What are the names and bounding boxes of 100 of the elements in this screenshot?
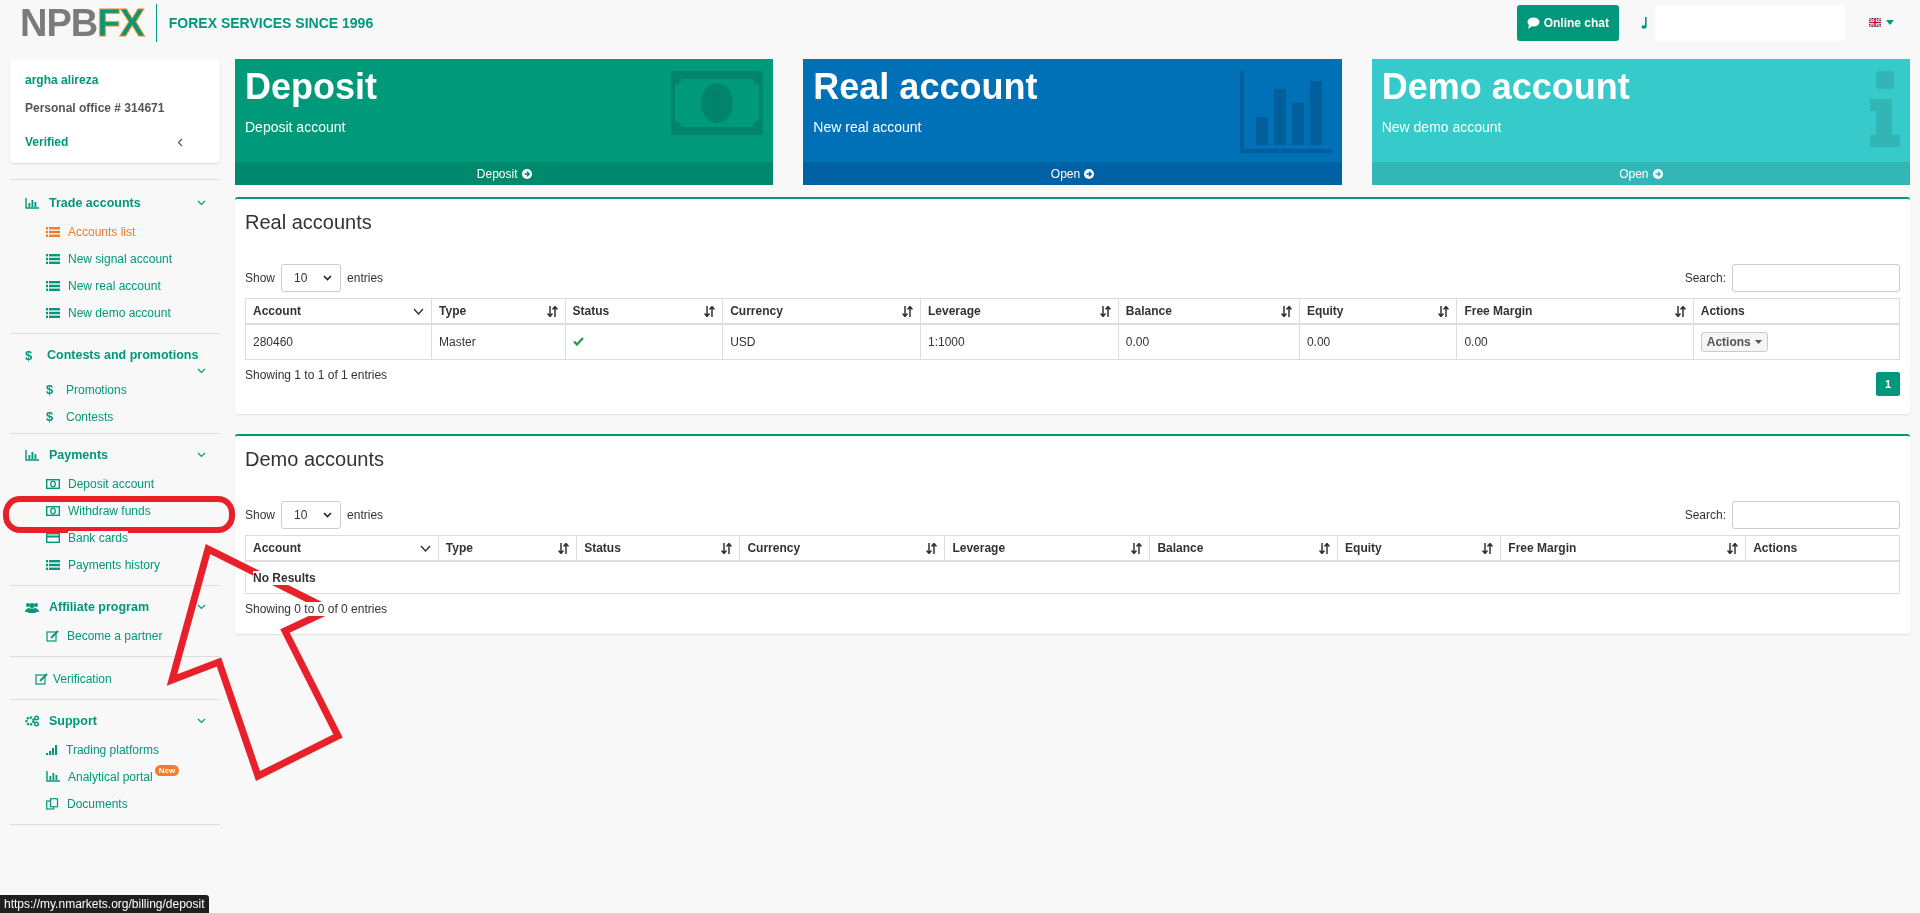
card-link[interactable]: Open bbox=[803, 162, 1342, 185]
sidebar-section-header[interactable]: Affiliate program bbox=[10, 596, 220, 622]
sort-icon bbox=[704, 305, 716, 317]
bar-chart-icon bbox=[25, 197, 39, 209]
user-name: argha alireza bbox=[25, 73, 100, 87]
bar-chart-icon bbox=[1239, 71, 1332, 153]
search-label: Search: bbox=[1684, 271, 1726, 285]
sidebar-item[interactable]: Become a partner bbox=[10, 622, 220, 649]
panel-title: Real accounts bbox=[245, 211, 372, 234]
sidebar-section-header[interactable]: $ Contests and promotions bbox=[10, 344, 220, 376]
entries-label: entries bbox=[347, 271, 384, 285]
flag-icon bbox=[1869, 18, 1881, 27]
column-header[interactable]: Leverage bbox=[920, 298, 1119, 324]
sort-icon bbox=[1482, 542, 1494, 554]
sidebar-item[interactable]: Deposit account bbox=[10, 470, 220, 497]
table-cell: 0.00 bbox=[1306, 335, 1331, 349]
column-header[interactable]: Equity bbox=[1299, 298, 1457, 324]
sidebar-link[interactable]: Verification bbox=[10, 667, 220, 692]
banknote-icon bbox=[46, 505, 60, 516]
search-field[interactable] bbox=[1732, 264, 1900, 292]
column-header[interactable]: Actions bbox=[1745, 535, 1900, 561]
sidebar-item[interactable]: Trading platforms bbox=[10, 736, 220, 763]
sidebar-section-header[interactable]: Support bbox=[10, 710, 220, 736]
column-header[interactable]: Account bbox=[245, 298, 432, 324]
sort-icon bbox=[546, 305, 558, 317]
speech-bubble-icon bbox=[1526, 16, 1540, 29]
caret-icon bbox=[1754, 340, 1762, 344]
column-header[interactable]: Actions bbox=[1693, 298, 1900, 324]
card-link[interactable]: Deposit bbox=[235, 162, 774, 185]
sort-icon bbox=[1674, 305, 1686, 317]
column-header[interactable]: Type bbox=[438, 535, 577, 561]
table-cell: USD bbox=[730, 335, 756, 349]
sidebar-item[interactable]: Documents bbox=[10, 790, 220, 817]
page-button[interactable]: 1 bbox=[1876, 372, 1900, 396]
column-header[interactable]: Free Margin bbox=[1500, 535, 1746, 561]
column-header[interactable]: Equity bbox=[1337, 535, 1501, 561]
column-header[interactable]: Balance bbox=[1149, 535, 1338, 561]
sidebar-item[interactable]: New real account bbox=[10, 272, 220, 299]
table-cell: 0.00 bbox=[1125, 335, 1150, 349]
sidebar-item[interactable]: $ Contests bbox=[10, 403, 220, 430]
entries-label: entries bbox=[347, 508, 384, 522]
column-header[interactable]: Status bbox=[576, 535, 740, 561]
card-subtitle: New demo account bbox=[1381, 119, 1503, 135]
sort-icon bbox=[558, 542, 570, 554]
bar-chart-icon bbox=[46, 771, 60, 782]
actions-button[interactable]: Actions bbox=[1700, 332, 1768, 352]
column-header[interactable]: Currency bbox=[722, 298, 921, 324]
arrow-circle-icon bbox=[1652, 168, 1663, 179]
chevron-down-icon bbox=[323, 275, 333, 281]
sidebar-item[interactable]: Withdraw funds bbox=[10, 497, 220, 524]
panel-title: Demo accounts bbox=[245, 448, 384, 471]
table-cell: 0.00 bbox=[1464, 335, 1488, 349]
sort-icon bbox=[1099, 305, 1111, 317]
banknote-icon bbox=[46, 478, 60, 489]
sort-icon bbox=[901, 305, 913, 317]
chevron-left-icon[interactable] bbox=[177, 137, 183, 147]
sidebar-section-header[interactable]: Trade accounts bbox=[10, 192, 220, 218]
sidebar-item[interactable]: Accounts list bbox=[10, 218, 220, 245]
search-label: Search: bbox=[1684, 508, 1726, 522]
sort-icon bbox=[721, 542, 733, 554]
show-label: Show bbox=[245, 508, 276, 522]
logo[interactable]: NPBFX bbox=[20, 3, 157, 42]
sidebar-item[interactable]: New demo account bbox=[10, 299, 220, 326]
column-header[interactable]: Free Margin bbox=[1456, 298, 1694, 324]
signal-bars-icon bbox=[46, 744, 58, 755]
table-cell: 1:1000 bbox=[927, 335, 965, 349]
column-header[interactable]: Type bbox=[431, 298, 566, 324]
sidebar-item[interactable]: Payments history bbox=[10, 551, 220, 578]
chevron-down-icon bbox=[419, 544, 431, 552]
caret-icon bbox=[1886, 20, 1894, 25]
edit-icon bbox=[35, 673, 48, 685]
list-icon bbox=[46, 307, 60, 318]
list-icon bbox=[46, 280, 60, 291]
column-header[interactable]: Account bbox=[245, 535, 439, 561]
card-title: Demo account bbox=[1381, 69, 1630, 105]
bar-chart-icon bbox=[25, 449, 39, 461]
list-icon bbox=[46, 226, 60, 237]
language-selector[interactable] bbox=[1869, 18, 1894, 27]
empty-message: No Results bbox=[253, 570, 316, 585]
online-chat-button[interactable]: Online chat bbox=[1516, 4, 1619, 41]
search-field[interactable] bbox=[1732, 501, 1900, 529]
sidebar-section-header[interactable]: Payments bbox=[10, 444, 220, 470]
column-header[interactable]: Currency bbox=[739, 535, 945, 561]
edit-icon bbox=[46, 629, 59, 642]
column-header[interactable]: Leverage bbox=[944, 535, 1150, 561]
show-label: Show bbox=[245, 271, 276, 285]
page-size-select[interactable]: 10 bbox=[281, 264, 342, 292]
sidebar-item[interactable]: New signal account bbox=[10, 245, 220, 272]
sidebar-item[interactable]: Analytical portal New bbox=[10, 763, 220, 790]
sidebar-item[interactable]: $ Promotions bbox=[10, 376, 220, 403]
page-size-select[interactable]: 10 bbox=[281, 501, 342, 529]
card-link[interactable]: Open bbox=[1371, 162, 1910, 185]
sort-icon bbox=[1131, 542, 1143, 554]
chevron-down-icon bbox=[413, 307, 424, 315]
card-title: Deposit bbox=[245, 69, 377, 105]
column-header[interactable]: Status bbox=[565, 298, 723, 324]
table-cell: 280460 bbox=[253, 335, 294, 349]
entries-info: Showing 0 to 0 of 0 entries bbox=[245, 602, 388, 616]
column-header[interactable]: Balance bbox=[1118, 298, 1300, 324]
list-icon bbox=[46, 559, 60, 570]
